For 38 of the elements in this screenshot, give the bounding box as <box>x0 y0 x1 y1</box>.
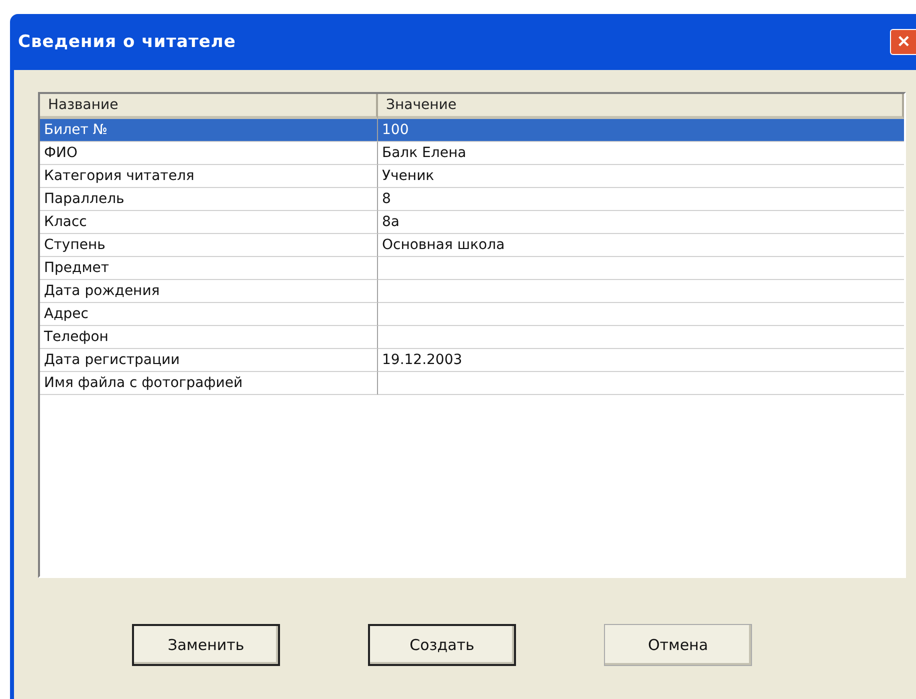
table-cell: 8 <box>378 188 904 211</box>
column-header[interactable]: Значение <box>378 94 904 119</box>
table-cell: Ступень <box>40 234 378 257</box>
table-row[interactable]: Телефон <box>40 326 904 349</box>
table-cell: Предмет <box>40 257 378 280</box>
table-cell: Ученик <box>378 165 904 188</box>
table-cell: Класс <box>40 211 378 234</box>
table-cell: Адрес <box>40 303 378 326</box>
table-row[interactable]: Класс 8а <box>40 211 904 234</box>
table-row[interactable]: ФИО Балк Елена <box>40 142 904 165</box>
table-cell: Балк Елена <box>378 142 904 165</box>
table-row[interactable]: Параллель 8 <box>40 188 904 211</box>
table-cell: Телефон <box>40 326 378 349</box>
table-cell: Имя файла с фотографией <box>40 372 378 395</box>
table-row[interactable]: Ступень Основная школа <box>40 234 904 257</box>
table-cell: Дата регистрации <box>40 349 378 372</box>
table-cell: ФИО <box>40 142 378 165</box>
table-cell: Основная школа <box>378 234 904 257</box>
table-row[interactable]: Имя файла с фотографией <box>40 372 904 395</box>
table-cell: 19.12.2003 <box>378 349 904 372</box>
table-row[interactable]: Предмет <box>40 257 904 280</box>
dialog-button[interactable]: Заменить <box>132 624 280 666</box>
table-cell: 8а <box>378 211 904 234</box>
close-button[interactable]: ✕ <box>890 29 916 55</box>
window-title: Сведения о читателе <box>18 32 236 52</box>
dialog-button[interactable]: Отмена <box>604 624 752 666</box>
table-cell: Категория читателя <box>40 165 378 188</box>
column-header[interactable]: Название <box>40 94 378 119</box>
table-row[interactable]: Адрес <box>40 303 904 326</box>
table-cell: 100 <box>378 119 904 142</box>
table-cell: Дата рождения <box>40 280 378 303</box>
table-row[interactable]: Дата регистрации 19.12.2003 <box>40 349 904 372</box>
dialog-button[interactable]: Создать <box>368 624 516 666</box>
table-cell: Параллель <box>40 188 378 211</box>
table-cell: Билет № <box>40 119 378 142</box>
table-row[interactable]: Дата рождения <box>40 280 904 303</box>
table-row[interactable]: Категория читателя Ученик <box>40 165 904 188</box>
table-row[interactable]: Билет № 100 <box>40 119 904 142</box>
